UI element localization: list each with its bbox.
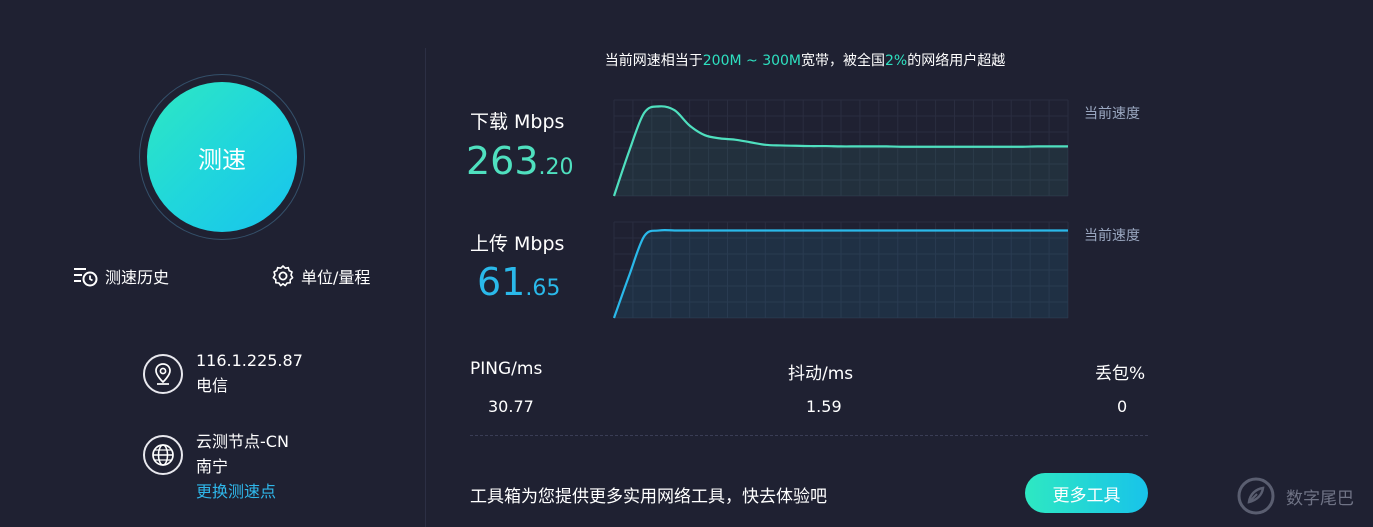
- upload-label: 上传 Mbps: [470, 233, 565, 255]
- upload-area: [614, 230, 1068, 318]
- start-speedtest-button[interactable]: 测速: [147, 82, 297, 232]
- download-current-speed-label: 当前速度: [1084, 106, 1140, 122]
- upload-speed-dec: .65: [525, 276, 561, 301]
- node-name: 云测节点-CN: [196, 432, 289, 451]
- settings-label: 单位/量程: [301, 268, 371, 287]
- summary-suffix: 的网络用户超越: [907, 53, 1006, 69]
- upload-speed: 61.65: [477, 260, 560, 304]
- location-pin-icon: [143, 354, 183, 394]
- summary-middle: 宽带，被全国: [801, 53, 885, 69]
- summary-percent: 2%: [885, 53, 908, 69]
- history-label: 测速历史: [105, 268, 170, 287]
- download-label: 下载 Mbps: [470, 111, 565, 133]
- network-info: 116.1.225.87 电信: [196, 348, 303, 398]
- watermark: 数字尾巴: [1236, 476, 1354, 516]
- node-city: 南宁: [196, 457, 229, 476]
- ping-value: 30.77: [488, 397, 534, 416]
- stats-divider: [470, 435, 1148, 436]
- node-info: 云测节点-CN 南宁 更换测速点: [196, 429, 289, 504]
- summary-range: 200M ~ 300M: [702, 53, 801, 69]
- packet-loss-label: 丢包%: [1095, 364, 1146, 384]
- speedtest-history-link[interactable]: 测速历史: [73, 264, 169, 288]
- jitter-label: 抖动/ms: [788, 364, 854, 384]
- watermark-logo-icon: [1237, 477, 1275, 515]
- upload-chart: [612, 221, 1069, 319]
- panel-divider: [425, 48, 426, 527]
- tools-promo-text: 工具箱为您提供更多实用网络工具，快去体验吧: [470, 487, 827, 507]
- history-list-icon: [74, 268, 98, 287]
- more-tools-button[interactable]: 更多工具: [1025, 473, 1148, 513]
- ip-address: 116.1.225.87: [196, 351, 303, 370]
- upload-speed-int: 61: [477, 260, 526, 304]
- gear-icon: [272, 265, 294, 287]
- globe-icon: [143, 435, 183, 475]
- download-speed-dec: .20: [538, 155, 574, 180]
- download-speed-int: 263: [466, 139, 539, 183]
- download-chart: [612, 99, 1069, 197]
- upload-current-speed-label: 当前速度: [1084, 228, 1140, 244]
- packet-loss-value: 0: [1117, 397, 1128, 416]
- change-node-link[interactable]: 更换测速点: [196, 479, 289, 504]
- download-speed: 263.20: [466, 139, 574, 183]
- jitter-value: 1.59: [806, 397, 842, 416]
- summary-prefix: 当前网速相当于: [604, 53, 703, 69]
- ping-label: PING/ms: [470, 359, 543, 379]
- isp-name: 电信: [196, 376, 229, 395]
- unit-range-settings-link[interactable]: 单位/量程: [271, 264, 370, 288]
- more-tools-label: 更多工具: [1052, 485, 1121, 506]
- watermark-text: 数字尾巴: [1286, 488, 1354, 509]
- start-speedtest-label: 测速: [198, 145, 246, 174]
- speed-summary: 当前网速相当于200M ~ 300M宽带，被全国2%的网络用户超越: [470, 50, 1140, 70]
